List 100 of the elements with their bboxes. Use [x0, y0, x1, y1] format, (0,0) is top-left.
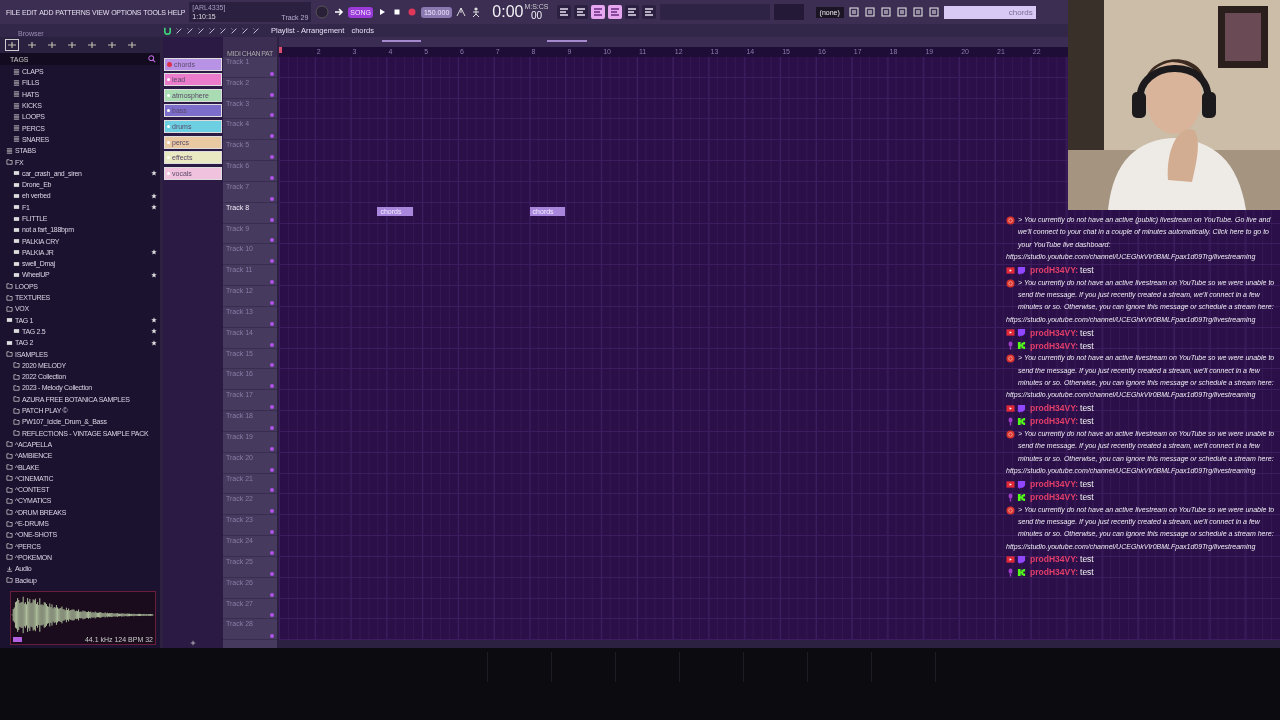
track-led-icon[interactable] [270, 384, 274, 389]
chat-bubble-icon [1017, 328, 1026, 338]
track-led-icon[interactable] [270, 217, 274, 222]
chat-username[interactable]: prodH34VY: [1030, 477, 1079, 491]
track-led-icon[interactable] [270, 238, 274, 243]
chat-message: test [1080, 490, 1094, 504]
track-led-icon[interactable] [270, 467, 274, 472]
tag-icon [13, 113, 20, 120]
chat-bubble-icon [1017, 555, 1026, 565]
track-led-icon[interactable] [270, 446, 274, 451]
track-led-icon[interactable] [270, 113, 274, 118]
chat-message: test [1080, 402, 1094, 415]
time-sub: 00 [530, 10, 543, 21]
chat-message: test [1080, 553, 1094, 566]
toggle-glyph-icon [592, 7, 603, 17]
chat-bubble-icon [1017, 479, 1026, 489]
search-icon[interactable] [148, 55, 156, 63]
track-led-icon[interactable] [270, 509, 274, 514]
track-led-icon[interactable] [270, 571, 274, 576]
track-led-icon[interactable] [270, 550, 274, 555]
video-icon [1006, 265, 1015, 275]
chat-username[interactable]: prodH34VY: [1030, 415, 1079, 428]
track-led-icon[interactable] [270, 259, 274, 264]
track-led-icon[interactable] [270, 488, 274, 493]
chat-username[interactable]: prodH34VY: [1030, 566, 1079, 579]
track-led-icon[interactable] [270, 155, 274, 160]
cpu-panel [773, 4, 804, 20]
tag-icon [13, 102, 20, 109]
track-led-icon[interactable] [270, 342, 274, 347]
bot-avatar-icon [1006, 278, 1015, 288]
track-led-icon[interactable] [270, 92, 274, 97]
magnet-icon[interactable] [163, 26, 172, 35]
chat-bubble-icon [1017, 265, 1026, 275]
tag-icon [13, 136, 20, 143]
track-led-icon[interactable] [270, 363, 274, 368]
microphone-icon [1006, 416, 1015, 426]
badge-icon [1017, 568, 1026, 578]
video-icon [1006, 555, 1015, 565]
chat-bubble-icon [1017, 403, 1026, 413]
track-led-icon[interactable] [270, 530, 274, 535]
audio-icon [6, 565, 13, 572]
chat-message: test [1080, 477, 1094, 491]
chat-username[interactable]: prodH34VY: [1030, 553, 1079, 566]
chat-username[interactable]: prodH34VY: [1030, 490, 1079, 504]
chat-message: test [1080, 326, 1094, 339]
tag-icon [13, 79, 20, 86]
track-led-icon[interactable] [270, 405, 274, 410]
chat-message: test [1080, 415, 1094, 428]
overview-mark [381, 40, 421, 42]
mode-toggle-button[interactable] [590, 5, 605, 19]
bot-avatar-icon [1006, 354, 1015, 364]
toggle-glyph-icon [558, 7, 569, 17]
tag-icon [13, 68, 20, 75]
track-led-icon[interactable] [270, 613, 274, 618]
toggle-glyph-icon [609, 7, 620, 17]
track-led-icon[interactable] [270, 196, 274, 201]
mode-toggle-button[interactable] [624, 5, 639, 19]
bot-avatar-icon [1006, 429, 1015, 439]
chat-username[interactable]: prodH34VY: [1030, 263, 1079, 277]
metronome-icon[interactable] [455, 6, 468, 18]
badge-icon [1017, 492, 1026, 502]
badge-icon [1017, 416, 1026, 426]
toggle-glyph-icon [643, 7, 654, 17]
toggle-glyph-icon [575, 7, 586, 17]
microphone-icon [1006, 341, 1015, 351]
time-main: 0:00 [492, 3, 524, 21]
track-led-icon[interactable] [270, 634, 274, 639]
track-led-icon[interactable] [270, 71, 274, 76]
track-led-icon[interactable] [270, 425, 274, 430]
add-icon[interactable] [190, 640, 196, 646]
tag-icon [6, 147, 13, 154]
tag-icon [13, 91, 20, 98]
mode-toggle-button[interactable] [556, 5, 571, 19]
mode-toggle-button[interactable] [607, 5, 622, 19]
chat-message: test [1080, 263, 1094, 277]
track-led-icon[interactable] [270, 134, 274, 139]
toggle-glyph-icon [626, 7, 637, 17]
chat-message: test [1080, 339, 1094, 352]
badge-icon [1017, 341, 1026, 351]
track-led-icon[interactable] [270, 321, 274, 326]
chat-username[interactable]: prodH34VY: [1030, 339, 1079, 352]
microphone-icon [1006, 492, 1015, 502]
tag-icon [13, 125, 20, 132]
mode-toggle-button[interactable] [573, 5, 588, 19]
video-icon [1006, 403, 1015, 413]
track-led-icon[interactable] [270, 592, 274, 597]
mode-toggle-button[interactable] [641, 5, 656, 19]
track-led-icon[interactable] [270, 280, 274, 285]
track-led-icon[interactable] [270, 300, 274, 305]
track-led-icon[interactable] [270, 175, 274, 180]
video-icon [1006, 328, 1015, 338]
chat-username[interactable]: prodH34VY: [1030, 326, 1079, 339]
microphone-icon [1006, 568, 1015, 578]
video-icon [1006, 479, 1015, 489]
chat-username[interactable]: prodH34VY: [1030, 402, 1079, 415]
overview-mark [547, 40, 587, 42]
bot-avatar-icon [1006, 216, 1015, 225]
bot-avatar-icon [1006, 505, 1015, 515]
arrow-right-icon[interactable] [333, 6, 346, 18]
chat-message: test [1080, 566, 1094, 579]
